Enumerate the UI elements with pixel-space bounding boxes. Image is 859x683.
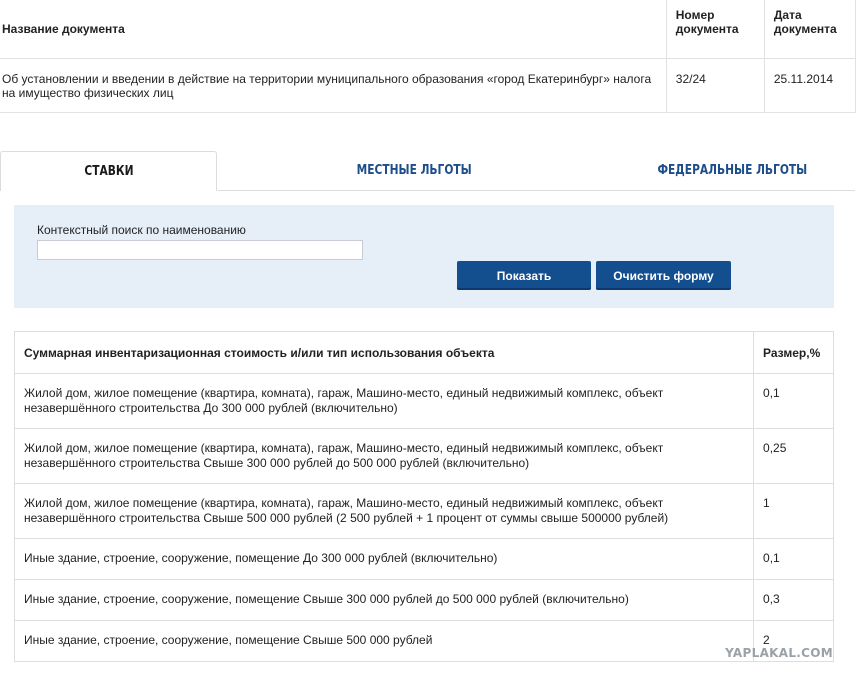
document-table: Название документа Номер документа Дата … [0,0,857,113]
document-date-header: Дата документа [763,0,857,59]
clear-form-button[interactable]: Очистить форму [596,261,731,290]
search-label: Контекстный поиск по наименованию [37,223,246,237]
tab-bar: СТАВКИ МЕСТНЫЕ ЛЬГОТЫ ФЕДЕРАЛЬНЫЕ ЛЬГОТЫ [0,151,855,191]
table-row: Жилой дом, жилое помещение (квартира, ко… [13,428,834,484]
document-date-cell: 25.11.2014 [763,58,857,113]
document-name-cell: Об установлении и введении в действие на… [0,58,667,113]
object-cell: Жилой дом, жилое помещение (квартира, ко… [13,373,755,429]
document-table-header: Название документа Номер документа Дата … [0,0,857,59]
table-row: Жилой дом, жилое помещение (квартира, ко… [13,373,834,429]
document-row: Об установлении и введении в действие на… [0,58,857,113]
table-row: Иные здание, строение, сооружение, помещ… [13,579,834,621]
table-row: Иные здание, строение, сооружение, помещ… [13,620,834,662]
object-cell: Иные здание, строение, сооружение, помещ… [13,620,755,662]
object-cell: Иные здание, строение, сооружение, помещ… [13,538,755,580]
table-row: Жилой дом, жилое помещение (квартира, ко… [13,483,834,539]
document-number-header: Номер документа [665,0,765,59]
size-cell: 0,25 [753,428,834,484]
size-cell: 0,3 [753,579,834,621]
table-row: Иные здание, строение, сооружение, помещ… [13,538,834,580]
object-cell: Жилой дом, жилое помещение (квартира, ко… [13,483,755,539]
search-panel: Контекстный поиск по наименованию Показа… [14,205,834,308]
size-cell: 0,1 [753,538,834,580]
rates-table-header: Суммарная инвентаризационная стоимость и… [13,331,834,374]
tab-rates[interactable]: СТАВКИ [0,151,217,191]
size-cell: 1 [753,483,834,539]
object-cell: Жилой дом, жилое помещение (квартира, ко… [13,428,755,484]
document-name-header: Название документа [0,0,667,59]
document-number-cell: 32/24 [665,58,765,113]
object-column-header: Суммарная инвентаризационная стоимость и… [13,331,755,374]
tab-local-benefits[interactable]: МЕСТНЫЕ ЛЬГОТЫ [306,151,522,191]
watermark: YAPLAKAL.COM [725,646,833,660]
size-cell: 0,1 [753,373,834,429]
tab-federal-benefits[interactable]: ФЕДЕРАЛЬНЫЕ ЛЬГОТЫ [624,151,840,191]
rates-table: Суммарная инвентаризационная стоимость и… [13,331,834,662]
object-cell: Иные здание, строение, сооружение, помещ… [13,579,755,621]
size-column-header: Размер,% [753,331,834,374]
search-input[interactable] [37,240,363,260]
show-button[interactable]: Показать [457,261,591,290]
